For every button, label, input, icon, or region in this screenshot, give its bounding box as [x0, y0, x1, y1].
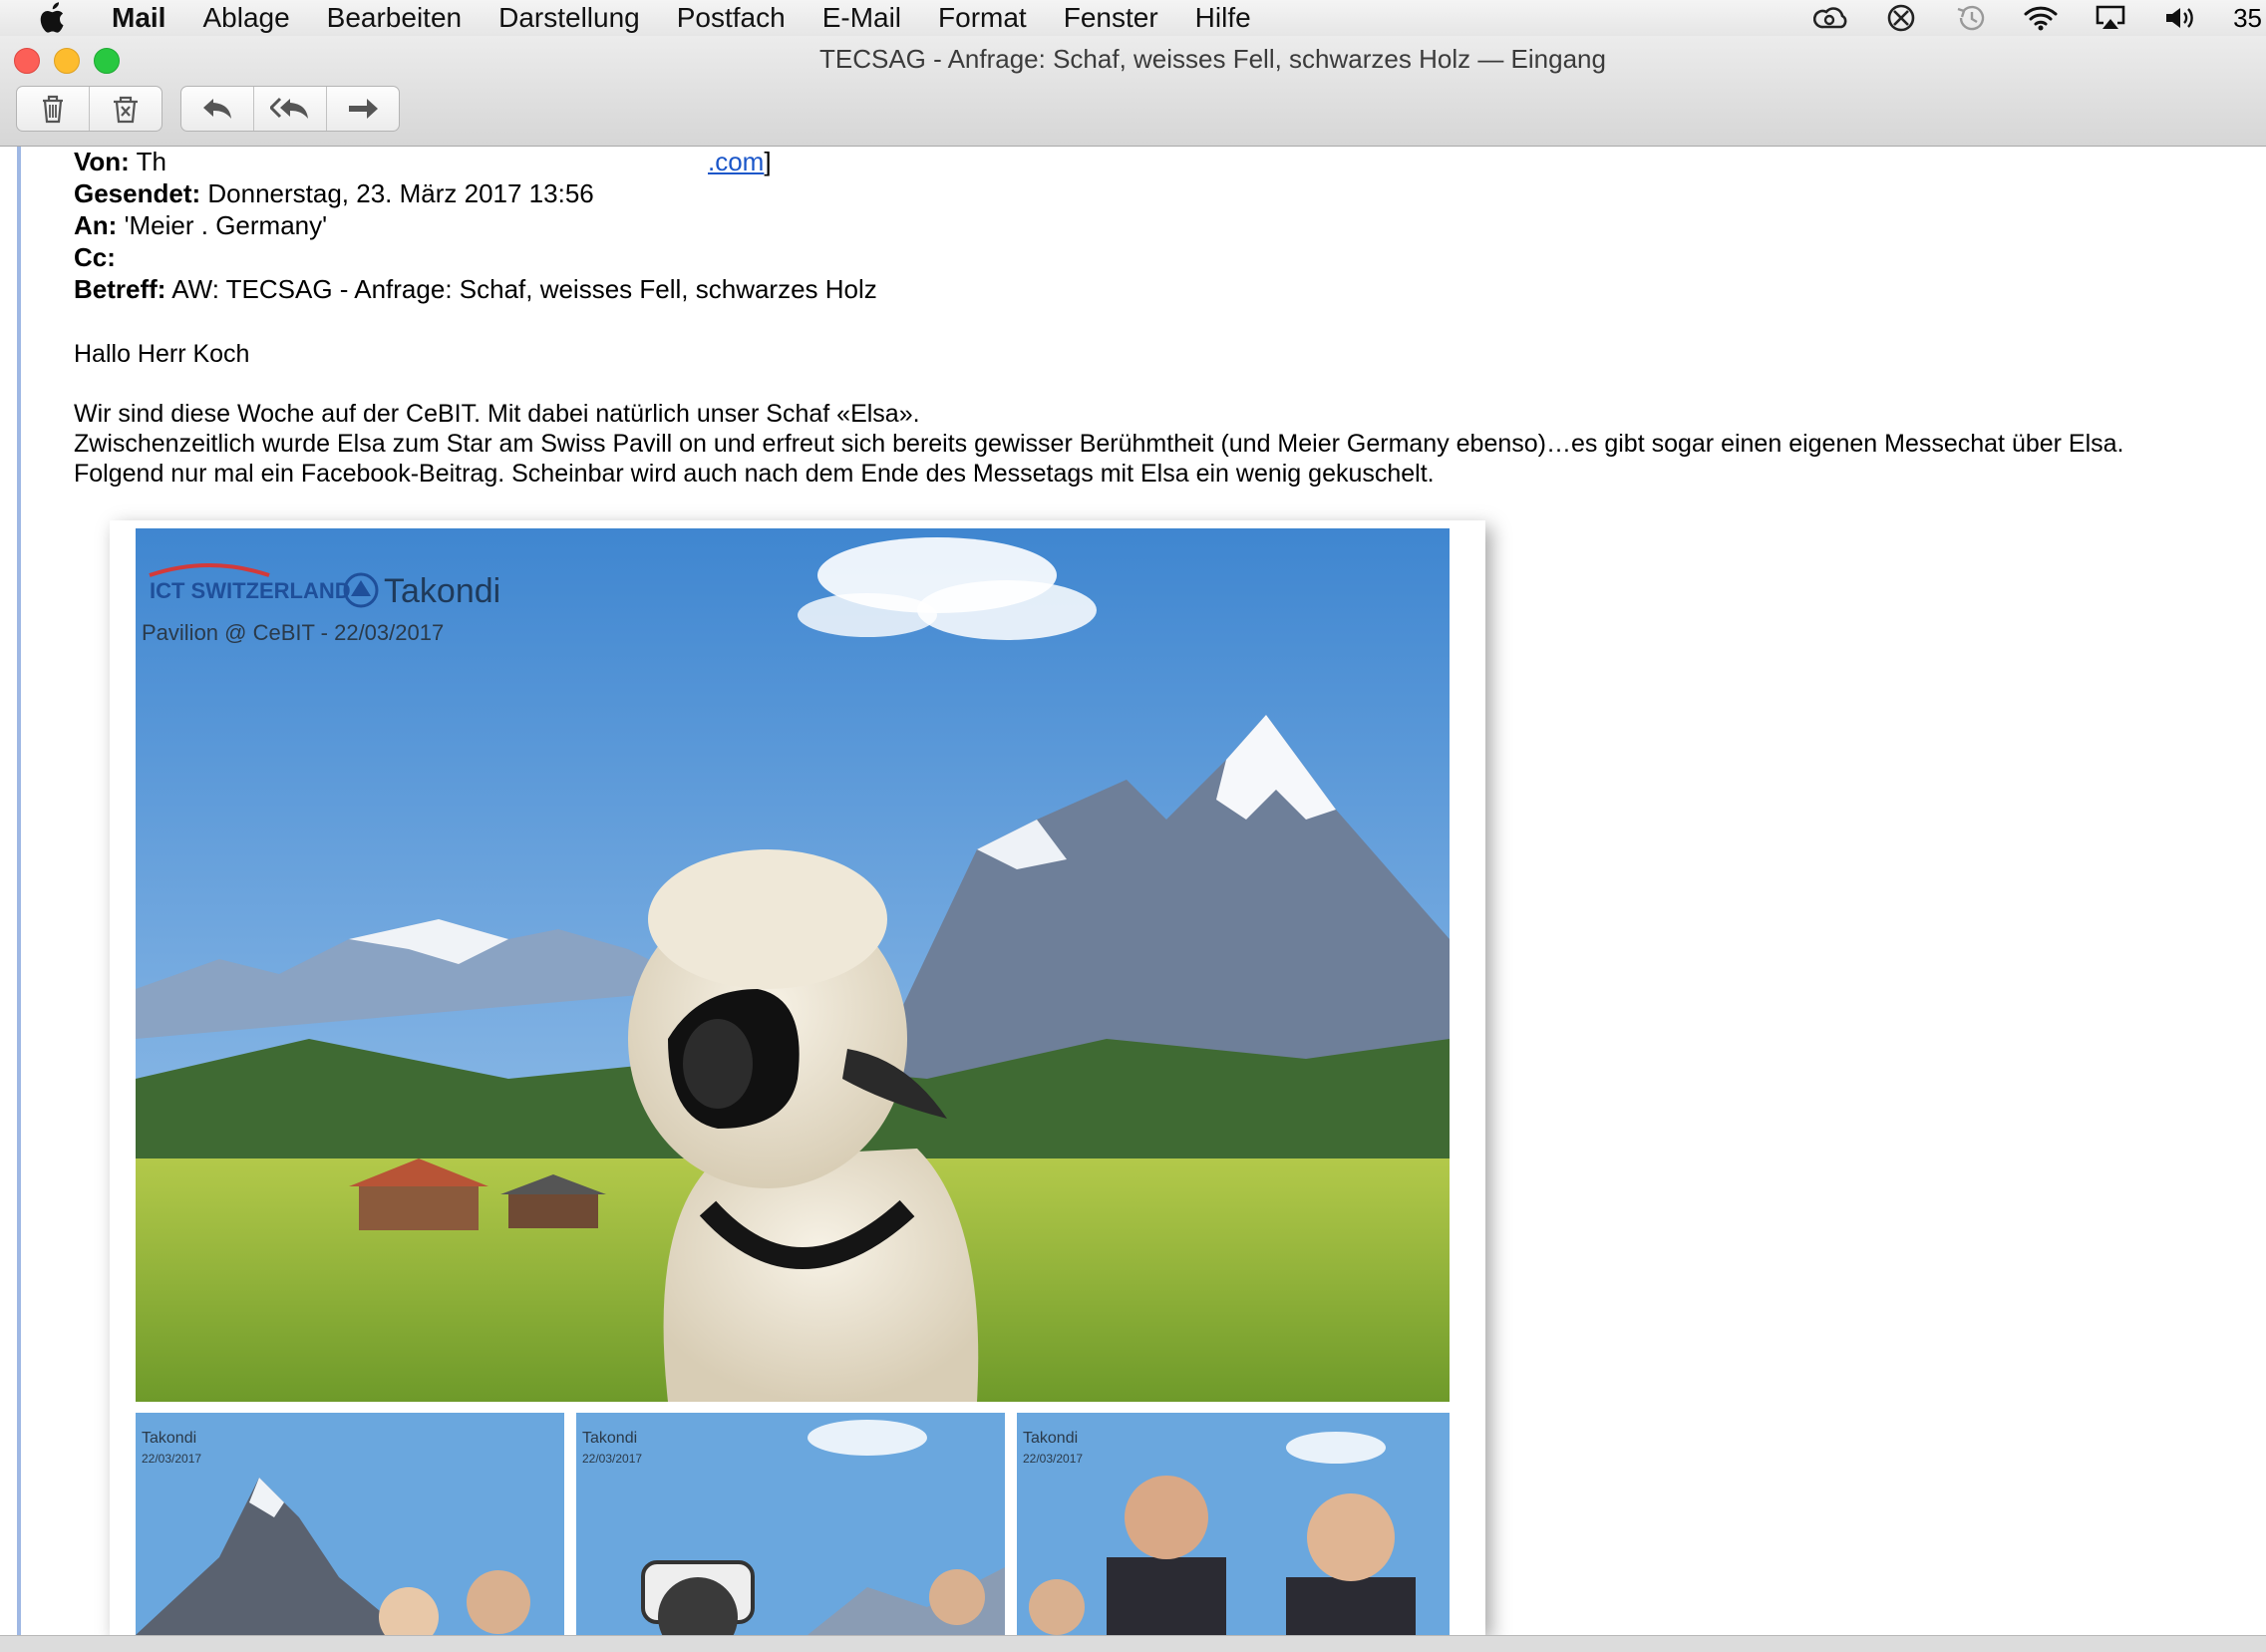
bottom-strip: [0, 1635, 2266, 1652]
time-machine-icon[interactable]: [1952, 3, 1990, 33]
main-photo: ICT SWITZERLAND Takondi Pavilion @ CeBIT…: [136, 528, 1450, 1402]
blocked-circle-icon[interactable]: [1882, 3, 1920, 33]
to-value: 'Meier . Germany': [124, 210, 328, 240]
quote-bar: [17, 147, 21, 1635]
brand-takondi: Takondi: [384, 572, 500, 610]
cc-label: Cc:: [74, 242, 116, 272]
trash-button[interactable]: [17, 87, 90, 131]
menu-bearbeiten[interactable]: Bearbeiten: [327, 2, 462, 34]
apple-menu-icon[interactable]: [38, 0, 72, 36]
thumb2-brand: Takondi: [582, 1430, 637, 1447]
reply-button-group: [180, 86, 400, 132]
status-icons: 35: [1780, 0, 2266, 36]
header-from-link: .com]: [708, 147, 772, 177]
forward-arrow-icon: [349, 99, 378, 119]
thumb1-date: 22/03/2017: [142, 1452, 201, 1466]
photo-caption: Pavilion @ CeBIT - 22/03/2017: [142, 620, 444, 645]
body-line-2: Zwischenzeitlich wurde Elsa zum Star am …: [74, 430, 2124, 458]
menu-mail[interactable]: Mail: [112, 2, 165, 34]
menu-darstellung[interactable]: Darstellung: [498, 2, 640, 34]
thumb2-date: 22/03/2017: [582, 1452, 642, 1466]
to-label: An:: [74, 210, 118, 240]
menubar-clock[interactable]: 35: [2233, 3, 2262, 34]
reply-icon: [203, 99, 231, 119]
subject-value: AW: TECSAG - Anfrage: Schaf, weisses Fel…: [171, 274, 877, 304]
menu-bar: Mail Ablage Bearbeiten Darstellung Postf…: [0, 0, 2266, 37]
subject-label: Betreff:: [74, 274, 166, 304]
sent-label: Gesendet:: [74, 178, 201, 208]
from-email-link[interactable]: .com: [708, 147, 764, 176]
body-line-1: Wir sind diese Woche auf der CeBIT. Mit …: [74, 400, 920, 428]
body-line-3: Folgend nur mal ein Facebook-Beitrag. Sc…: [74, 460, 1435, 488]
window-titlebar: TECSAG - Anfrage: Schaf, weisses Fell, s…: [0, 36, 2266, 147]
message-view: Von: Th .com] Gesendet: Donnerstag, 23. …: [0, 147, 2266, 1635]
thumbnail-1: Takondi 22/03/2017: [136, 1413, 564, 1635]
brand-ict: ICT SWITZERLAND: [150, 578, 351, 603]
airplay-icon[interactable]: [2092, 3, 2129, 33]
from-label: Von:: [74, 147, 130, 176]
menu-postfach[interactable]: Postfach: [677, 2, 786, 34]
photo-collage: ICT SWITZERLAND Takondi Pavilion @ CeBIT…: [136, 528, 1450, 1635]
wifi-icon[interactable]: [2022, 3, 2060, 33]
from-bracket: ]: [764, 147, 772, 176]
reply-all-icon: [270, 97, 308, 119]
creative-cloud-icon[interactable]: [1812, 3, 1850, 33]
thumb1-brand: Takondi: [142, 1430, 196, 1447]
sent-value: Donnerstag, 23. März 2017 13:56: [207, 178, 594, 208]
header-to: An: 'Meier . Germany': [74, 210, 327, 241]
menu-hilfe[interactable]: Hilfe: [1195, 2, 1251, 34]
thumb3-brand: Takondi: [1023, 1430, 1078, 1447]
junk-icon: [114, 96, 138, 124]
header-sent: Gesendet: Donnerstag, 23. März 2017 13:5…: [74, 178, 594, 209]
header-cc: Cc:: [74, 242, 116, 273]
menu-ablage[interactable]: Ablage: [202, 2, 289, 34]
delete-button-group: [16, 86, 162, 132]
greeting: Hallo Herr Koch: [74, 340, 250, 368]
redacted-area: [169, 147, 708, 180]
reply-all-button[interactable]: [254, 87, 327, 131]
header-subject: Betreff: AW: TECSAG - Anfrage: Schaf, we…: [74, 274, 877, 305]
junk-button[interactable]: [90, 87, 162, 131]
thumbnail-3: Takondi 22/03/2017: [1017, 1413, 1450, 1635]
forward-button[interactable]: [327, 87, 399, 131]
from-value: Th: [136, 147, 166, 176]
menu-fenster[interactable]: Fenster: [1064, 2, 1158, 34]
header-from: Von: Th: [74, 147, 166, 177]
menu-format[interactable]: Format: [938, 2, 1027, 34]
reply-button[interactable]: [181, 87, 254, 131]
volume-icon[interactable]: [2161, 3, 2199, 33]
menu-email[interactable]: E-Mail: [822, 2, 901, 34]
thumb3-date: 22/03/2017: [1023, 1452, 1083, 1466]
thumbnail-2: Takondi 22/03/2017: [576, 1413, 1005, 1635]
embedded-photo[interactable]: ICT SWITZERLAND Takondi Pavilion @ CeBIT…: [110, 520, 1485, 1635]
window-title: TECSAG - Anfrage: Schaf, weisses Fell, s…: [819, 44, 1606, 74]
trash-icon: [43, 95, 63, 124]
